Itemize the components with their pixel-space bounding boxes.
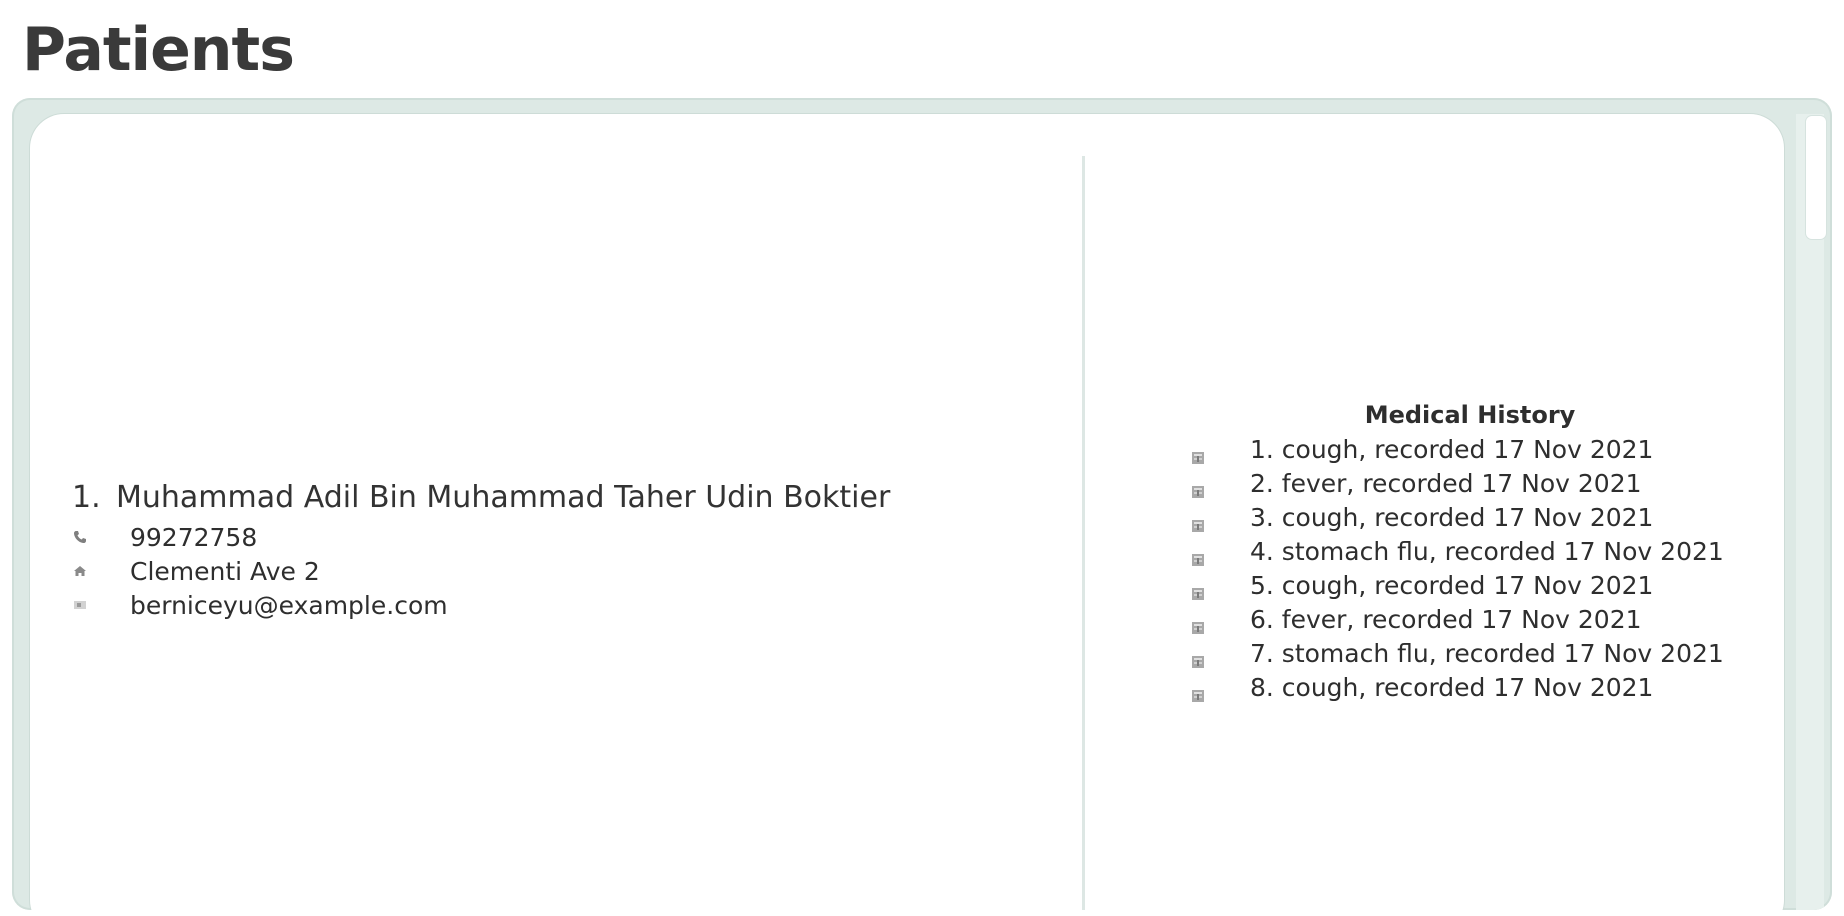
medical-record-icon (1190, 476, 1206, 498)
medical-history: Medical History 1. cough, recorded 17 No… (1190, 398, 1724, 704)
medical-history-item: 6. fever, recorded 17 Nov 2021 (1190, 602, 1710, 636)
patient-email-row: berniceyu@example.com (72, 588, 1052, 622)
email-icon (72, 597, 88, 613)
medical-history-item: 5. cough, recorded 17 Nov 2021 (1190, 568, 1710, 602)
patient-details: 1. Muhammad Adil Bin Muhammad Taher Udin… (72, 476, 1052, 622)
medical-history-item: 1. cough, recorded 17 Nov 2021 (1190, 432, 1710, 466)
medical-record-icon (1190, 544, 1206, 566)
medical-record-icon (1190, 612, 1206, 634)
patient-address: Clementi Ave 2 (130, 556, 320, 586)
patient-email: berniceyu@example.com (130, 590, 448, 620)
patient-name: Muhammad Adil Bin Muhammad Taher Udin Bo… (116, 480, 891, 515)
patient-index: 1. (72, 480, 101, 515)
medical-history-item-text: 6. fever, recorded 17 Nov 2021 (1250, 604, 1642, 634)
phone-icon (72, 529, 88, 545)
medical-history-item: 8. cough, recorded 17 Nov 2021 (1190, 670, 1710, 704)
medical-history-item-text: 7. stomach flu, recorded 17 Nov 2021 (1250, 638, 1724, 668)
medical-record-icon (1190, 646, 1206, 668)
medical-history-list: 1. cough, recorded 17 Nov 2021 2. fever, … (1190, 432, 1724, 704)
medical-record-icon (1190, 510, 1206, 532)
medical-history-item-text: 5. cough, recorded 17 Nov 2021 (1250, 570, 1654, 600)
medical-history-item-text: 2. fever, recorded 17 Nov 2021 (1250, 468, 1642, 498)
medical-history-item-text: 1. cough, recorded 17 Nov 2021 (1250, 434, 1654, 464)
medical-history-item: 3. cough, recorded 17 Nov 2021 (1190, 500, 1710, 534)
medical-history-item-text: 4. stomach flu, recorded 17 Nov 2021 (1250, 536, 1724, 566)
patient-phone: 99272758 (130, 522, 258, 552)
medical-record-icon (1190, 578, 1206, 600)
medical-history-title: Medical History (1364, 401, 1576, 429)
house-icon (72, 563, 88, 579)
medical-history-item: 7. stomach flu, recorded 17 Nov 2021 (1190, 636, 1724, 670)
patient-phone-row: 99272758 (72, 520, 1052, 554)
page-title: Patients (22, 15, 295, 85)
medical-record-icon (1190, 680, 1206, 702)
medical-record-icon (1190, 442, 1206, 464)
patient-list-panel: 1. Muhammad Adil Bin Muhammad Taher Udin… (12, 98, 1832, 910)
medical-history-item: 4. stomach flu, recorded 17 Nov 2021 (1190, 534, 1724, 568)
section-divider (1082, 156, 1085, 910)
scrollbar-thumb[interactable] (1806, 116, 1826, 239)
medical-history-item-text: 8. cough, recorded 17 Nov 2021 (1250, 672, 1654, 702)
medical-history-item: 2. fever, recorded 17 Nov 2021 (1190, 466, 1710, 500)
medical-history-item-text: 3. cough, recorded 17 Nov 2021 (1250, 502, 1654, 532)
patient-name-row: 1. Muhammad Adil Bin Muhammad Taher Udin… (72, 476, 1052, 520)
patient-card[interactable]: 1. Muhammad Adil Bin Muhammad Taher Udin… (30, 114, 1784, 910)
patient-address-row: Clementi Ave 2 (72, 554, 1052, 588)
